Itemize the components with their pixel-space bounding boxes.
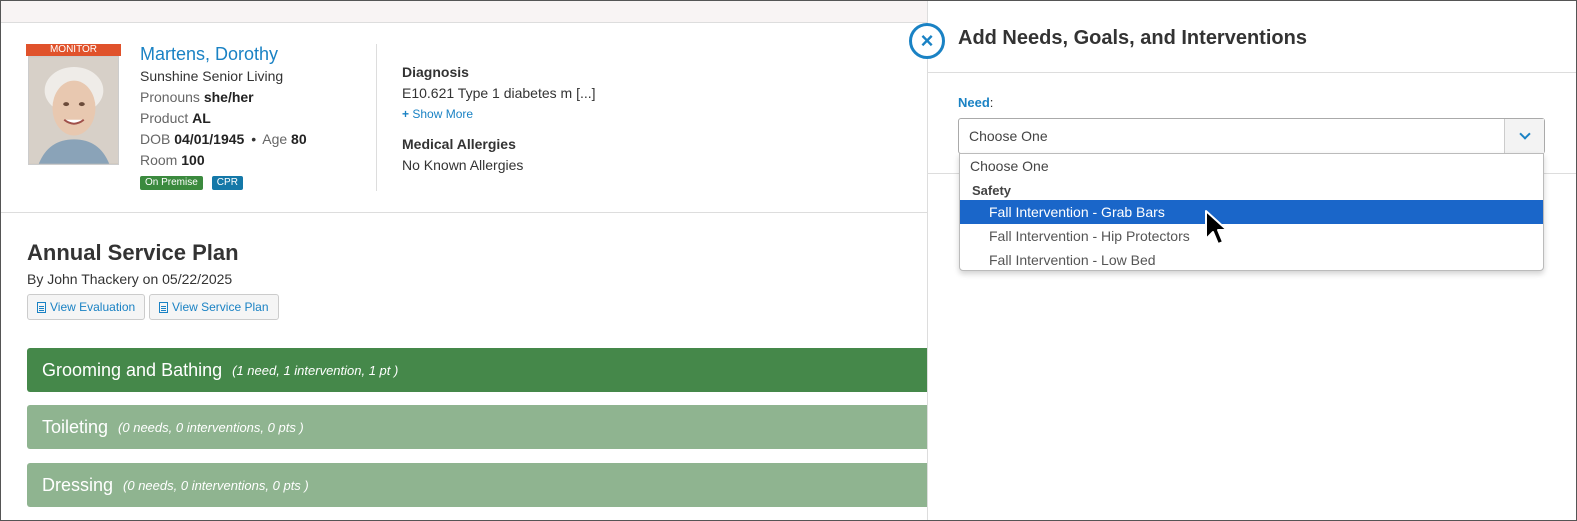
diagnosis-label: Diagnosis xyxy=(402,64,469,80)
dob-value: 04/01/1945 xyxy=(174,131,245,147)
dob-label: DOB xyxy=(140,131,171,147)
view-evaluation-label: View Evaluation xyxy=(50,300,136,314)
header-divider xyxy=(376,44,377,191)
page-title: Annual Service Plan xyxy=(27,240,239,265)
category-name: Grooming and Bathing xyxy=(42,359,223,380)
product-value: AL xyxy=(192,110,211,126)
need-label-colon: : xyxy=(989,95,994,110)
avatar-image xyxy=(29,57,118,164)
room-value: 100 xyxy=(181,152,205,168)
need-label-text: Need xyxy=(958,95,990,110)
document-icon xyxy=(159,301,168,313)
category-summary: (1 need, 1 intervention, 1 pt ) xyxy=(232,362,399,378)
chevron-down-icon[interactable] xyxy=(1504,119,1544,153)
pronouns-value: she/her xyxy=(203,89,254,105)
product-row: Product AL xyxy=(140,110,211,126)
status-badge-cpr: CPR xyxy=(211,176,243,190)
view-service-plan-button[interactable]: View Service Plan xyxy=(149,294,279,320)
category-toileting[interactable]: Toileting (0 needs, 0 interventions, 0 p… xyxy=(27,405,927,449)
monitor-badge: MONITOR xyxy=(26,44,121,56)
age-label: Age xyxy=(262,131,288,147)
panel-header: Add Needs, Goals, and Interventions xyxy=(928,1,1576,73)
panel-title: Add Needs, Goals, and Interventions xyxy=(958,27,1307,49)
allergies-label: Medical Allergies xyxy=(402,136,516,152)
close-icon[interactable]: × xyxy=(909,23,945,59)
status-badge-on-premise: On Premise xyxy=(140,176,203,190)
allergies-value: No Known Allergies xyxy=(402,157,524,173)
app-window: MONITOR Martens, Dorothy Sunshine Senior… xyxy=(0,0,1577,521)
category-summary: (0 needs, 0 interventions, 0 pts ) xyxy=(118,419,304,435)
need-select[interactable]: Choose One xyxy=(958,118,1545,154)
view-evaluation-button[interactable]: View Evaluation xyxy=(27,294,146,320)
option-low-bed[interactable]: Fall Intervention - Low Bed xyxy=(960,248,1543,272)
pronouns-row: Pronouns she/her xyxy=(140,89,254,105)
dob-age-row: DOB 04/01/1945 • Age 80 xyxy=(140,131,307,147)
room-row: Room 100 xyxy=(140,152,205,168)
resident-name-link[interactable]: Martens, Dorothy xyxy=(140,44,278,65)
pronouns-label: Pronouns xyxy=(140,89,200,105)
category-dressing[interactable]: Dressing (0 needs, 0 interventions, 0 pt… xyxy=(27,463,927,507)
room-label: Room xyxy=(140,152,178,168)
plus-icon: + xyxy=(402,107,410,121)
status-tags: On Premise CPR xyxy=(140,176,243,190)
add-needs-panel: Add Needs, Goals, and Interventions × Ne… xyxy=(909,1,1576,520)
document-icon xyxy=(37,301,46,313)
view-service-plan-label: View Service Plan xyxy=(172,300,269,314)
option-choose-one[interactable]: Choose One xyxy=(960,154,1543,178)
resident-photo-block: MONITOR xyxy=(26,44,121,168)
separator-dot: • xyxy=(251,131,257,147)
diagnosis-value: E10.621 Type 1 diabetes m [...] xyxy=(402,85,596,101)
need-select-value: Choose One xyxy=(969,128,1048,144)
category-summary: (0 needs, 0 interventions, 0 pts ) xyxy=(123,477,309,493)
product-label: Product xyxy=(140,110,189,126)
show-more-label: Show More xyxy=(412,107,474,121)
avatar xyxy=(28,56,119,165)
option-hip-protectors[interactable]: Fall Intervention - Hip Protectors xyxy=(960,224,1543,248)
plan-byline: By John Thackery on 05/22/2025 xyxy=(27,271,233,287)
community-name: Sunshine Senior Living xyxy=(140,68,284,84)
option-grab-bars[interactable]: Fall Intervention - Grab Bars xyxy=(960,200,1543,224)
age-value: 80 xyxy=(291,131,307,147)
category-name: Dressing xyxy=(42,474,114,495)
show-more-link[interactable]: + Show More xyxy=(402,107,473,121)
need-field-label: Need: xyxy=(958,95,993,110)
need-dropdown-list: Choose One Safety Fall Intervention - Gr… xyxy=(959,153,1544,271)
mouse-cursor-icon xyxy=(1205,210,1228,245)
category-grooming-bathing[interactable]: Grooming and Bathing (1 need, 1 interven… xyxy=(27,348,927,392)
category-name: Toileting xyxy=(42,416,109,437)
option-group-safety: Safety xyxy=(972,183,1012,198)
